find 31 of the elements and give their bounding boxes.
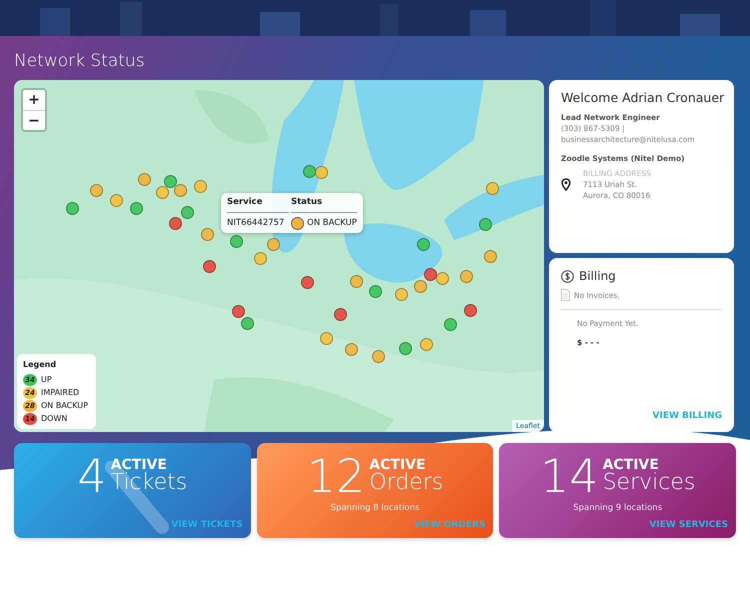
legend-label: IMPAIRED — [41, 386, 80, 399]
count-number: 14 — [540, 453, 599, 500]
view-billing-link[interactable]: VIEW BILLING — [652, 410, 722, 424]
view-link[interactable]: VIEW TICKETS — [171, 518, 243, 532]
count-number: 4 — [77, 453, 107, 500]
active-label: ACTIVE — [369, 458, 426, 472]
category-label: Orders — [369, 472, 444, 494]
category-label: Services — [602, 472, 696, 494]
locations-text: Spanning 8 locations — [330, 502, 420, 516]
count-number: 12 — [306, 453, 366, 500]
billing-title: Billing — [579, 268, 616, 286]
zoom-out-button[interactable]: − — [23, 110, 45, 130]
welcome-title: Welcome Adrian Cronauer — [561, 89, 722, 108]
category-label: Tickets — [110, 472, 188, 494]
legend-label: DOWN — [41, 412, 68, 425]
view-link[interactable]: VIEW SERVICES — [649, 518, 728, 532]
document-icon — [561, 289, 570, 302]
locations-text: Spanning 9 locations — [573, 502, 662, 516]
legend-title: Legend — [23, 359, 58, 372]
legend-label: UP — [41, 374, 52, 386]
status-text: ON BACKUP — [307, 217, 357, 230]
table-cell-text: NIT66442757 — [227, 217, 286, 230]
column-header: Service — [227, 196, 289, 214]
dollar-icon — [561, 270, 574, 283]
location-pin-icon — [561, 178, 571, 192]
active-label: ACTIVE — [602, 458, 659, 472]
zoom-in-button[interactable]: + — [23, 90, 45, 110]
page-title: Network Status — [14, 51, 146, 72]
legend-label: ON BACKUP — [41, 400, 88, 412]
column-header: Status — [291, 196, 357, 214]
active-label: ACTIVE — [110, 458, 167, 472]
